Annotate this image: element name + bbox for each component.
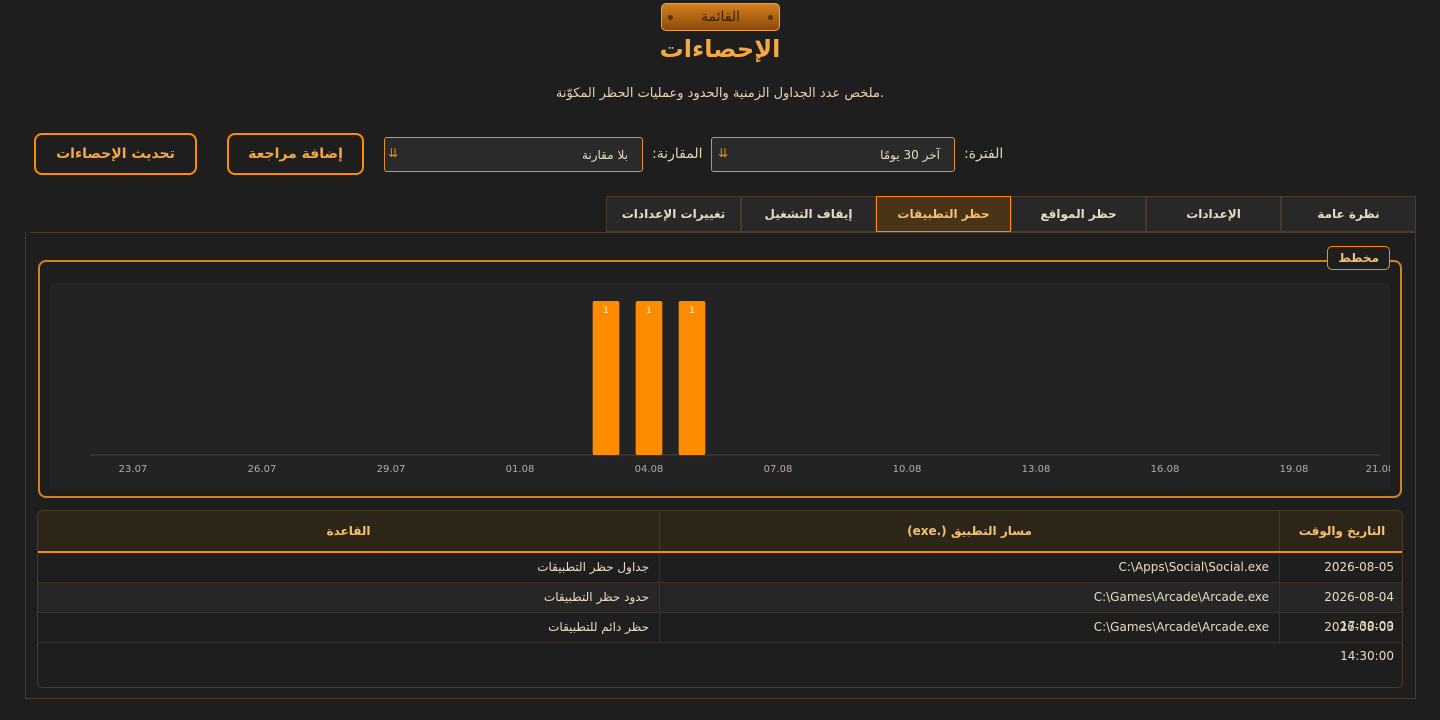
compare-select-value: بلا مقارنة — [581, 148, 628, 162]
x-tick-label: 13.08 — [1022, 464, 1051, 475]
x-tick-label: 26.07 — [248, 464, 277, 475]
cell-rule: حدود حظر التطبيقات — [543, 590, 649, 604]
cell-rule: حظر دائم للتطبيقات — [548, 620, 649, 634]
rivet-icon — [768, 15, 773, 20]
tab-website-blocking[interactable]: حظر المواقع — [1011, 196, 1146, 232]
plot-area: 23.07 26.07 29.07 01.08 04.08 07.08 10.08 13.08… — [50, 283, 1390, 489]
cell-path: C:\Apps\Social\Social.exe — [659, 553, 1279, 582]
rivet-icon — [668, 15, 673, 20]
bar[interactable] — [635, 301, 663, 455]
tab-settings-changes[interactable]: تغييرات الإعدادات — [606, 196, 741, 232]
menu-button-label: القائمة — [701, 9, 740, 25]
x-tick-label: 21.08 — [1366, 464, 1390, 475]
compare-label: المقارنة: — [652, 146, 703, 162]
period-select-value: آخر 30 يومًا — [880, 148, 940, 162]
x-tick-label: 23.07 — [119, 464, 148, 475]
cell-path: C:\Games\Arcade\Arcade.exe — [659, 613, 1279, 642]
column-header-path[interactable]: مسار التطبيق (.exe) — [659, 511, 1279, 551]
column-header-datetime[interactable]: التاريخ والوقت — [1279, 511, 1402, 551]
tab-bar: نظرة عامة الإعدادات حظر المواقع حظر التط… — [606, 196, 1416, 232]
cell-path: C:\Games\Arcade\Arcade.exe — [659, 583, 1279, 612]
bar[interactable] — [592, 301, 620, 455]
events-table: التاريخ والوقت مسار التطبيق (.exe) القاع… — [37, 510, 1403, 688]
compare-select[interactable]: بلا مقارنة ⇊ — [384, 137, 643, 172]
add-review-button[interactable]: إضافة مراجعة — [227, 133, 364, 175]
x-tick-label: 19.08 — [1280, 464, 1309, 475]
tab-settings[interactable]: الإعدادات — [1146, 196, 1281, 232]
x-tick-label: 10.08 — [893, 464, 922, 475]
period-select[interactable]: آخر 30 يومًا ⇊ — [711, 137, 955, 172]
table-row[interactable]: 2026-08-04 17:30:00 C:\Games\Arcade\Arca… — [38, 583, 1402, 633]
refresh-stats-button[interactable]: تحديث الإحصاءات — [34, 133, 197, 175]
tab-overview[interactable]: نظرة عامة — [1281, 196, 1416, 232]
bar[interactable] — [678, 301, 706, 455]
bar-data-label: 1 — [646, 306, 652, 316]
table-row[interactable]: 2026-08-03 14:30:00 C:\Games\Arcade\Arca… — [38, 613, 1402, 663]
tab-shutdown[interactable]: إيقاف التشغيل — [741, 196, 876, 232]
x-tick-label: 07.08 — [764, 464, 793, 475]
x-tick-label: 29.07 — [377, 464, 406, 475]
bar-chart: 23.07 26.07 29.07 01.08 04.08 07.08 10.08 13.08… — [90, 301, 1390, 475]
table-row[interactable]: 2026-08-05 17:55:00 C:\Apps\Social\Socia… — [38, 553, 1402, 603]
cell-datetime: 2026-08-04 17:30:00 — [1279, 583, 1402, 633]
column-header-rule[interactable]: القاعدة — [38, 511, 659, 551]
x-tick-label: 04.08 — [635, 464, 664, 475]
bar-data-label: 1 — [689, 306, 695, 316]
page-subtitle: ملخص عدد الجداول الزمنية والحدود وعمليات… — [555, 86, 885, 101]
chevron-down-icon: ⇊ — [387, 146, 398, 160]
cell-rule: جداول حظر التطبيقات — [537, 560, 649, 574]
period-label: الفترة: — [964, 146, 1004, 162]
tab-app-blocking[interactable]: حظر التطبيقات — [876, 196, 1011, 232]
x-tick-label: 01.08 — [506, 464, 535, 475]
chevron-down-icon: ⇊ — [717, 146, 728, 160]
x-tick-label: 16.08 — [1151, 464, 1180, 475]
page-title: الإحصاءات — [659, 35, 781, 63]
menu-button[interactable]: القائمة — [661, 3, 780, 31]
cell-datetime: 2026-08-03 14:30:00 — [1279, 613, 1402, 663]
chart-group: مخطط 23.07 26.07 29.07 01.08 04.08 07.08 10.08… — [38, 246, 1402, 498]
chart-group-label: مخطط — [1327, 246, 1390, 270]
cell-datetime: 2026-08-05 17:55:00 — [1279, 553, 1402, 603]
bar-data-label: 1 — [603, 306, 609, 316]
table-header: التاريخ والوقت مسار التطبيق (.exe) القاع… — [38, 511, 1402, 553]
